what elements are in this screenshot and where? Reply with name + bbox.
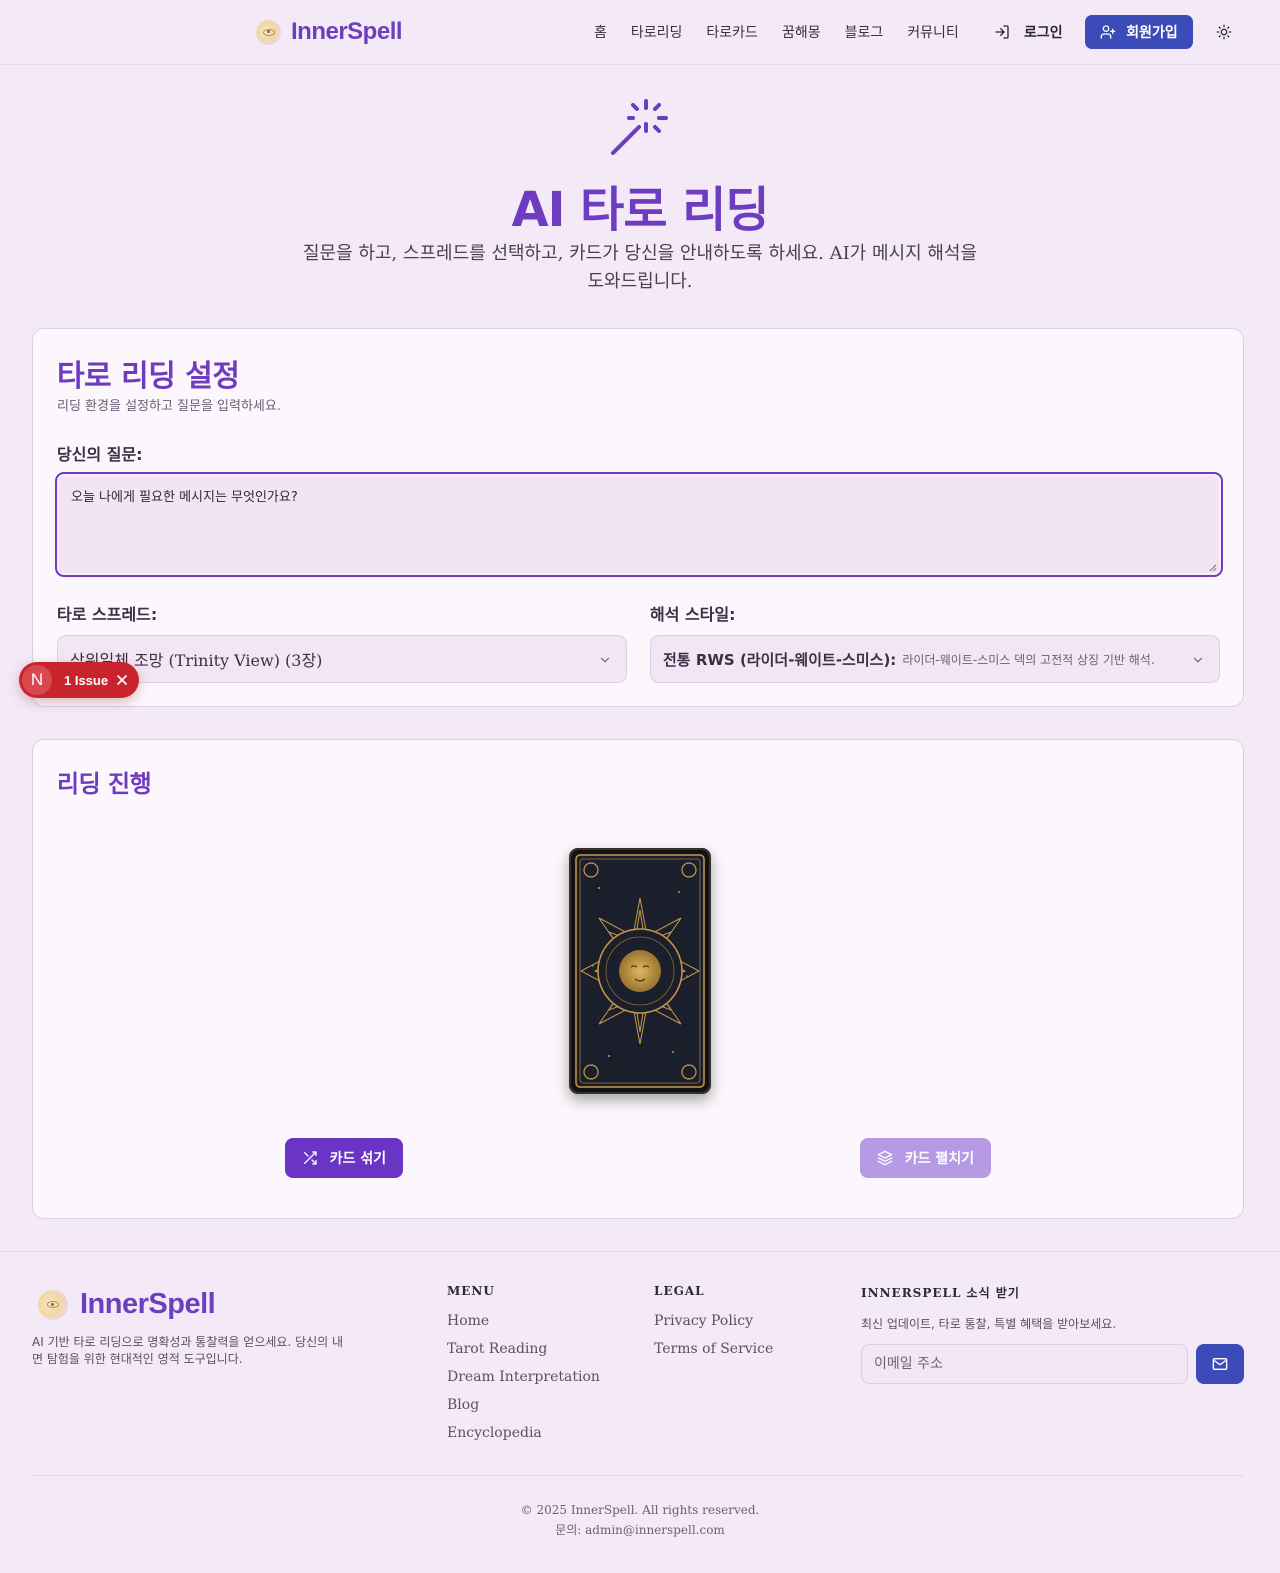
footer-link-blog[interactable]: Blog bbox=[447, 1396, 600, 1414]
sun-icon bbox=[1216, 24, 1232, 40]
nav-item-tarot-cards[interactable]: 타로카드 bbox=[706, 22, 758, 42]
footer-divider bbox=[0, 1251, 1280, 1252]
spread-select[interactable]: 삼위일체 조망 (Trinity View) (3장) bbox=[57, 635, 627, 683]
reading-title: 리딩 진행 bbox=[57, 770, 152, 798]
shuffle-label: 카드 섞기 bbox=[329, 1151, 387, 1167]
brand-name: InnerSpell bbox=[291, 18, 403, 45]
layers-icon bbox=[877, 1150, 893, 1166]
dev-issue-badge[interactable]: N 1 Issue bbox=[19, 662, 139, 698]
settings-subtitle: 리딩 환경을 설정하고 질문을 입력하세요. bbox=[57, 399, 281, 414]
footer-brand-name: InnerSpell bbox=[80, 1288, 216, 1320]
shuffle-cards-button[interactable]: 카드 섞기 bbox=[285, 1138, 403, 1178]
mail-icon bbox=[1212, 1358, 1228, 1370]
page-title: AI 타로 리딩 bbox=[511, 182, 769, 238]
login-link[interactable]: 로그인 bbox=[994, 22, 1063, 42]
chevron-down-icon bbox=[600, 657, 610, 663]
style-label: 해석 스타일: bbox=[650, 605, 736, 624]
issue-badge-initial: N bbox=[22, 665, 52, 695]
magic-wand-icon bbox=[608, 98, 670, 162]
footer-menu-column: MENU Home Tarot Reading Dream Interpreta… bbox=[447, 1284, 600, 1452]
close-icon[interactable] bbox=[116, 674, 128, 686]
interpretation-style-select[interactable]: 전통 RWS (라이더-웨이트-스미스): 라이더-웨이트-스미스 덱의 고전적… bbox=[650, 635, 1220, 683]
footer-link-dream[interactable]: Dream Interpretation bbox=[447, 1368, 600, 1386]
nav-item-home[interactable]: 홈 bbox=[594, 22, 607, 42]
nav-item-community[interactable]: 커뮤니티 bbox=[907, 22, 959, 42]
footer-description: AI 기반 타로 리딩으로 명확성과 통찰력을 얻으세요. 당신의 내면 탐험을… bbox=[32, 1335, 344, 1366]
contact-email[interactable]: 문의: admin@innerspell.com bbox=[0, 1520, 1280, 1540]
tarot-card-deck[interactable] bbox=[569, 848, 711, 1094]
shuffle-icon bbox=[303, 1151, 317, 1165]
resize-handle-icon[interactable] bbox=[1208, 563, 1217, 572]
brand-logo[interactable]: InnerSpell bbox=[256, 18, 403, 46]
login-icon bbox=[995, 25, 1009, 39]
theme-toggle-button[interactable] bbox=[1214, 22, 1234, 42]
footer-menu-heading: MENU bbox=[447, 1284, 495, 1298]
footer-legal-column: LEGAL Privacy Policy Terms of Service bbox=[654, 1284, 773, 1368]
newsletter-submit-button[interactable] bbox=[1196, 1344, 1244, 1384]
spread-cards-button[interactable]: 카드 펼치기 bbox=[860, 1138, 991, 1178]
eye-logo-icon bbox=[38, 1289, 68, 1320]
style-selected-value: 전통 RWS (라이더-웨이트-스미스): bbox=[663, 650, 897, 669]
nav-item-blog[interactable]: 블로그 bbox=[845, 22, 884, 42]
sun-card-back-icon bbox=[569, 848, 711, 1094]
newsletter-email-input[interactable] bbox=[861, 1344, 1188, 1384]
spread-label-text: 카드 펼치기 bbox=[904, 1151, 975, 1167]
question-label: 당신의 질문: bbox=[57, 445, 143, 464]
eye-logo-icon bbox=[256, 19, 281, 45]
spread-label: 타로 스프레드: bbox=[57, 605, 158, 624]
login-label: 로그인 bbox=[1024, 25, 1063, 41]
question-textarea[interactable]: 오늘 나에게 필요한 메시지는 무엇인가요? bbox=[57, 474, 1221, 575]
chevron-down-icon bbox=[1193, 657, 1203, 663]
copyright-text: © 2025 InnerSpell. All rights reserved. bbox=[520, 1503, 760, 1517]
settings-title: 타로 리딩 설정 bbox=[57, 359, 240, 394]
footer-link-terms[interactable]: Terms of Service bbox=[654, 1340, 773, 1358]
footer-copyright: © 2025 InnerSpell. All rights reserved. … bbox=[0, 1500, 1280, 1540]
nav-item-tarot-reading[interactable]: 타로리딩 bbox=[631, 22, 683, 42]
page-subtitle: 질문을 하고, 스프레드를 선택하고, 카드가 당신을 안내하도록 하세요. A… bbox=[302, 243, 978, 292]
site-header: InnerSpell 홈 타로리딩 타로카드 꿈해몽 블로그 커뮤니티 로그인 … bbox=[0, 0, 1280, 65]
footer-logo[interactable]: InnerSpell bbox=[38, 1288, 216, 1321]
signup-button[interactable]: 회원가입 bbox=[1085, 15, 1193, 49]
footer-link-home[interactable]: Home bbox=[447, 1312, 600, 1330]
signup-label: 회원가입 bbox=[1126, 25, 1178, 41]
footer-link-tarot-reading[interactable]: Tarot Reading bbox=[447, 1340, 600, 1358]
newsletter-heading: INNERSPELL 소식 받기 bbox=[861, 1286, 1020, 1300]
footer-newsletter-column: INNERSPELL 소식 받기 최신 업데이트, 타로 통찰, 특별 혜택을 … bbox=[861, 1284, 1116, 1332]
question-field[interactable]: 오늘 나에게 필요한 메시지는 무엇인가요? bbox=[55, 472, 1223, 577]
newsletter-subtitle: 최신 업데이트, 타로 통찰, 특별 혜택을 받아보세요. bbox=[861, 1317, 1117, 1331]
reading-settings-panel: 타로 리딩 설정 리딩 환경을 설정하고 질문을 입력하세요. 당신의 질문: … bbox=[32, 328, 1244, 707]
footer-link-privacy[interactable]: Privacy Policy bbox=[654, 1312, 773, 1330]
footer-bottom-divider bbox=[32, 1475, 1244, 1476]
user-plus-icon bbox=[1100, 25, 1116, 39]
footer-legal-heading: LEGAL bbox=[654, 1284, 705, 1298]
footer-link-encyclopedia[interactable]: Encyclopedia bbox=[447, 1424, 600, 1442]
style-selected-description: 라이더-웨이트-스미스 덱의 고전적 상징 기반 해석. bbox=[902, 652, 1155, 667]
issue-badge-text: 1 Issue bbox=[64, 672, 109, 688]
nav-item-dream[interactable]: 꿈해몽 bbox=[782, 22, 821, 42]
main-nav: 홈 타로리딩 타로카드 꿈해몽 블로그 커뮤니티 bbox=[594, 22, 959, 42]
